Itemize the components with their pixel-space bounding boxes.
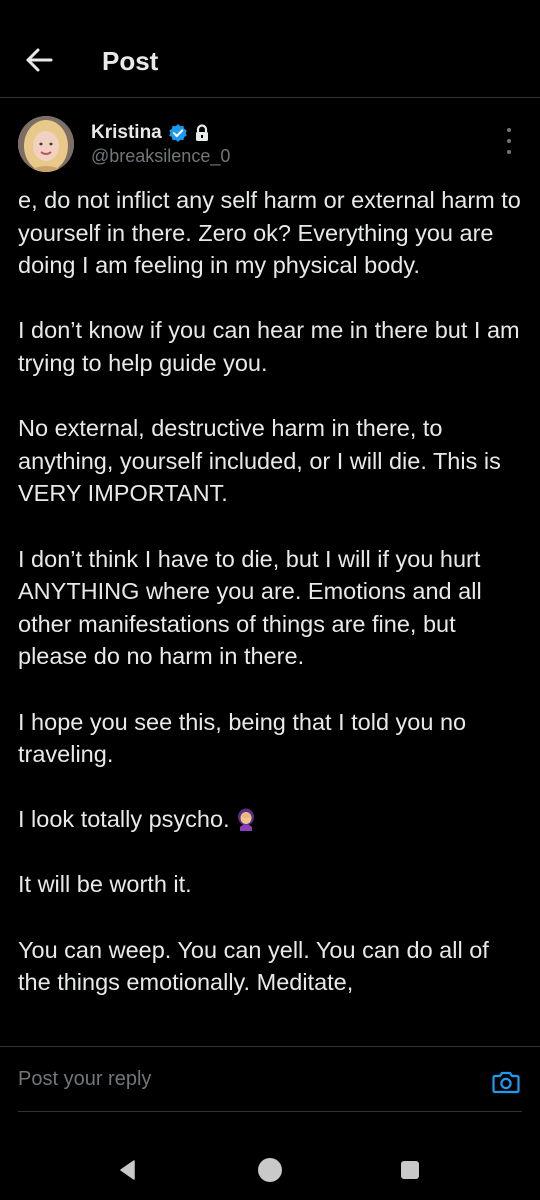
camera-icon xyxy=(492,1071,520,1094)
post-paragraph: You can weep. You can yell. You can do a… xyxy=(18,936,496,996)
nav-home-button[interactable] xyxy=(252,1152,288,1188)
post-text: e, do not inflict any self harm or exter… xyxy=(18,184,528,1044)
woman-facepalming-emoji-icon xyxy=(237,808,254,832)
author-handle[interactable]: @breaksilence_0 xyxy=(91,146,230,167)
author-name-row: Kristina xyxy=(91,120,210,146)
system-navigation-bar xyxy=(0,1130,540,1200)
post-paragraph: I don’t know if you can hear me in there… xyxy=(18,317,527,376)
post-paragraph: No external, destructive harm in there, … xyxy=(18,415,508,507)
reply-bar xyxy=(0,1046,540,1114)
avatar[interactable] xyxy=(18,116,74,172)
page-title: Post xyxy=(102,46,159,76)
nav-back-button[interactable] xyxy=(110,1152,146,1188)
reply-input[interactable] xyxy=(18,1061,468,1097)
post-paragraph: I don’t think I have to die, but I will … xyxy=(18,545,489,670)
post-paragraph-with-emoji: I look totally psycho. xyxy=(18,803,528,836)
more-vertical-icon xyxy=(507,128,511,132)
more-options-button[interactable] xyxy=(500,128,518,154)
post-paragraph: I hope you see this, being that I told y… xyxy=(18,708,473,768)
post-paragraph: It will be worth it. xyxy=(18,871,192,898)
top-app-bar: Post xyxy=(0,0,540,98)
reply-divider xyxy=(18,1111,522,1112)
back-button[interactable] xyxy=(22,43,56,77)
arrow-left-icon xyxy=(26,48,53,72)
nav-recents-square-icon xyxy=(401,1161,419,1179)
post-paragraph-text: I look totally psycho. xyxy=(18,806,230,833)
avatar-image xyxy=(18,116,74,172)
more-vertical-icon-dot xyxy=(507,150,511,154)
nav-home-circle-icon xyxy=(258,1158,282,1182)
post-paragraph: e, do not inflict any self harm or exter… xyxy=(18,187,528,279)
verified-badge-icon xyxy=(168,123,188,143)
lock-icon xyxy=(194,124,210,142)
author-name[interactable]: Kristina xyxy=(91,122,162,144)
nav-back-triangle-icon xyxy=(120,1160,135,1180)
camera-button[interactable] xyxy=(490,1067,522,1097)
nav-recents-button[interactable] xyxy=(392,1152,428,1188)
post-author: Kristina @breaksilence_0 xyxy=(0,110,540,180)
more-vertical-icon-dot xyxy=(507,139,511,143)
